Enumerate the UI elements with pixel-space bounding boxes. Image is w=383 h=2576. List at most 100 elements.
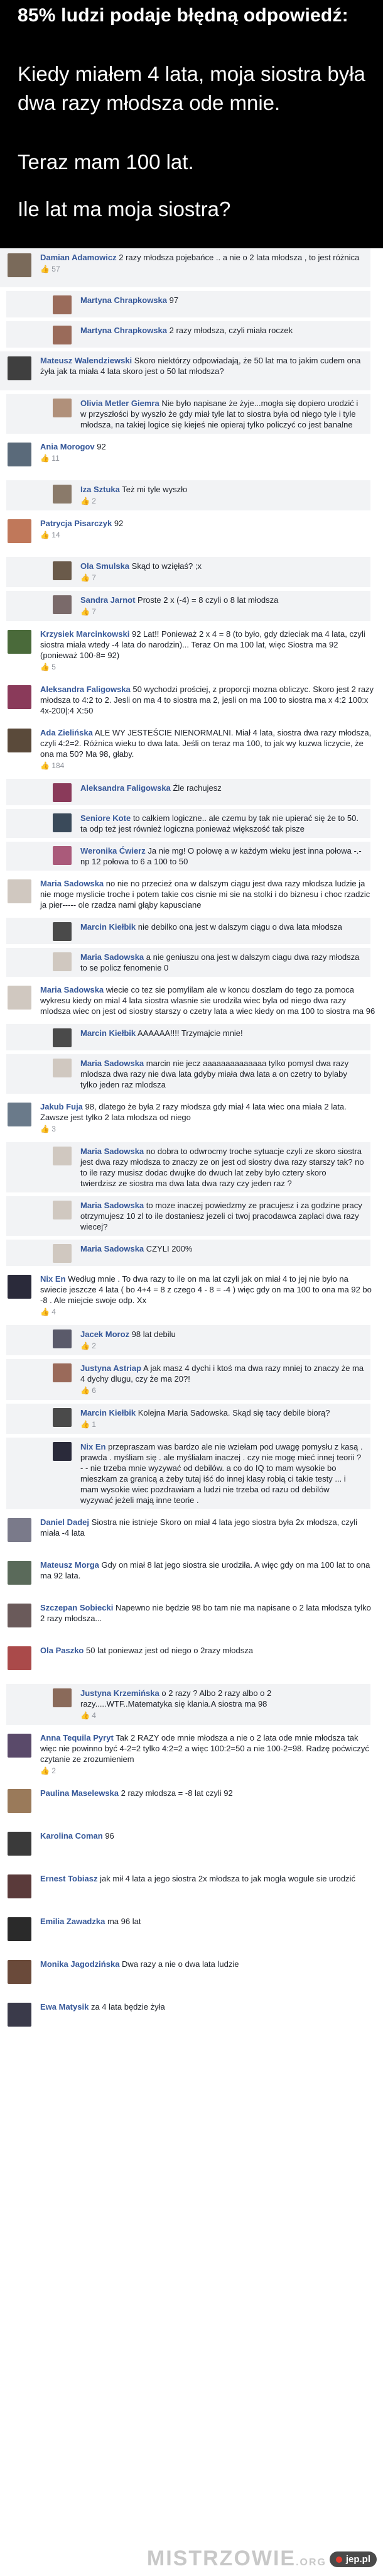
commenter-name[interactable]: Nix En <box>40 1274 65 1284</box>
like-count[interactable]: 👍 7 <box>80 607 364 617</box>
avatar[interactable] <box>53 1688 72 1707</box>
commenter-name[interactable]: Damian Adamowicz <box>40 253 117 262</box>
like-count[interactable]: 👍 2 <box>40 1766 377 1776</box>
avatar[interactable] <box>8 1832 31 1856</box>
commenter-name[interactable]: Maria Sadowska <box>80 1059 144 1068</box>
avatar[interactable] <box>8 1960 31 1984</box>
commenter-name[interactable]: Anna Tequila Pyryt <box>40 1733 114 1742</box>
commenter-name[interactable]: Aleksandra Faligowska <box>40 685 131 694</box>
commenter-name[interactable]: Mateusz Walendziewski <box>40 356 132 365</box>
commenter-name[interactable]: Ewa Matysik <box>40 2002 89 2012</box>
like-count[interactable]: 👍 11 <box>40 453 377 464</box>
commenter-name[interactable]: Martyna Chrapkowska <box>80 326 167 335</box>
like-count[interactable]: 👍 14 <box>40 530 377 541</box>
avatar[interactable] <box>53 399 72 417</box>
commenter-name[interactable]: Ola Smulska <box>80 561 129 571</box>
avatar[interactable] <box>8 1734 31 1758</box>
avatar[interactable] <box>53 1244 72 1263</box>
commenter-name[interactable]: Olivia Metler Giemra <box>80 399 159 408</box>
like-count[interactable]: 👍 2 <box>80 496 364 507</box>
avatar[interactable] <box>8 443 31 466</box>
commenter-name[interactable]: Iza Sztuka <box>80 485 120 494</box>
avatar[interactable] <box>8 356 31 380</box>
avatar[interactable] <box>53 561 72 580</box>
avatar[interactable] <box>53 922 72 941</box>
avatar[interactable] <box>8 1518 31 1542</box>
avatar[interactable] <box>53 1028 72 1047</box>
commenter-name[interactable]: Jacek Moroz <box>80 1329 129 1339</box>
avatar[interactable] <box>53 595 72 614</box>
commenter-name[interactable]: Weronika Ćwierz <box>80 846 146 856</box>
commenter-name[interactable]: Daniel Dadej <box>40 1517 89 1527</box>
avatar[interactable] <box>53 846 72 865</box>
avatar[interactable] <box>8 879 31 903</box>
avatar[interactable] <box>8 1646 31 1670</box>
avatar[interactable] <box>8 253 31 277</box>
commenter-name[interactable]: Szczepan Sobiecki <box>40 1603 113 1612</box>
like-count[interactable]: 👍 1 <box>80 1419 364 1430</box>
avatar[interactable] <box>53 326 72 344</box>
avatar[interactable] <box>8 986 31 1010</box>
avatar[interactable] <box>8 729 31 752</box>
commenter-name[interactable]: Maria Sadowska <box>80 952 144 962</box>
commenter-name[interactable]: Paulina Maselewska <box>40 1788 119 1798</box>
commenter-name[interactable]: Justyna Krzemińska <box>80 1688 159 1698</box>
commenter-name[interactable]: Sandra Jarnot <box>80 595 135 605</box>
avatar[interactable] <box>53 783 72 802</box>
commenter-name[interactable]: Nix En <box>80 1442 105 1451</box>
commenter-name[interactable]: Martyna Chrapkowska <box>80 295 167 305</box>
like-count[interactable]: 👍 184 <box>40 761 377 771</box>
commenter-name[interactable]: Ania Morogov <box>40 442 95 451</box>
commenter-name[interactable]: Monika Jagodzińska <box>40 1959 119 1969</box>
commenter-name[interactable]: Maria Sadowska <box>80 1244 144 1253</box>
commenter-name[interactable]: Maria Sadowska <box>80 1201 144 1210</box>
avatar[interactable] <box>53 1442 72 1461</box>
commenter-name[interactable]: Maria Sadowska <box>40 879 104 888</box>
avatar[interactable] <box>8 685 31 709</box>
like-count[interactable]: 👍 7 <box>80 573 364 583</box>
commenter-name[interactable]: Krzysiek Marcinkowski <box>40 629 129 639</box>
commenter-name[interactable]: Aleksandra Faligowska <box>80 783 171 793</box>
commenter-name[interactable]: Maria Sadowska <box>40 985 104 994</box>
commenter-name[interactable]: Ernest Tobiasz <box>40 1874 98 1883</box>
avatar[interactable] <box>8 630 31 654</box>
avatar[interactable] <box>53 1147 72 1165</box>
avatar[interactable] <box>53 485 72 504</box>
commenter-name[interactable]: Ola Paszko <box>40 1646 84 1655</box>
commenter-name[interactable]: Seniore Kote <box>80 813 131 823</box>
avatar[interactable] <box>53 952 72 971</box>
avatar[interactable] <box>8 1561 31 1585</box>
avatar[interactable] <box>8 1917 31 1941</box>
avatar[interactable] <box>53 1363 72 1382</box>
commenter-name[interactable]: Emilia Zawadzka <box>40 1917 105 1926</box>
like-count[interactable]: 👍 5 <box>40 662 377 673</box>
avatar[interactable] <box>53 1059 72 1077</box>
avatar[interactable] <box>8 1103 31 1126</box>
avatar[interactable] <box>53 1201 72 1219</box>
like-count[interactable]: 👍 2 <box>80 1341 364 1351</box>
avatar[interactable] <box>8 1275 31 1299</box>
commenter-name[interactable]: Maria Sadowska <box>80 1147 144 1156</box>
like-count[interactable]: 👍 3 <box>40 1124 377 1135</box>
commenter-name[interactable]: Mateusz Morga <box>40 1560 99 1570</box>
commenter-name[interactable]: Marcin Kiełbik <box>80 922 136 932</box>
like-count[interactable]: 👍 6 <box>80 1385 364 1396</box>
avatar[interactable] <box>53 813 72 832</box>
avatar[interactable] <box>8 1604 31 1627</box>
like-count[interactable]: 👍 57 <box>40 264 364 275</box>
avatar[interactable] <box>8 1789 31 1813</box>
avatar[interactable] <box>8 2003 31 2027</box>
jep-badge[interactable]: jep.pl <box>329 2551 377 2567</box>
avatar[interactable] <box>53 1408 72 1427</box>
commenter-name[interactable]: Justyna Astriap <box>80 1363 141 1373</box>
avatar[interactable] <box>53 295 72 314</box>
commenter-name[interactable]: Jakub Fuja <box>40 1102 83 1111</box>
avatar[interactable] <box>53 1329 72 1348</box>
commenter-name[interactable]: Patrycja Pisarczyk <box>40 519 112 528</box>
like-count[interactable]: 👍 4 <box>40 1307 377 1318</box>
commenter-name[interactable]: Marcin Kiełbik <box>80 1028 136 1038</box>
commenter-name[interactable]: Ada Zielińska <box>40 728 93 737</box>
commenter-name[interactable]: Karolina Coman <box>40 1831 103 1841</box>
like-count[interactable]: 👍 4 <box>80 1710 364 1721</box>
commenter-name[interactable]: Marcin Kiełbik <box>80 1408 136 1417</box>
